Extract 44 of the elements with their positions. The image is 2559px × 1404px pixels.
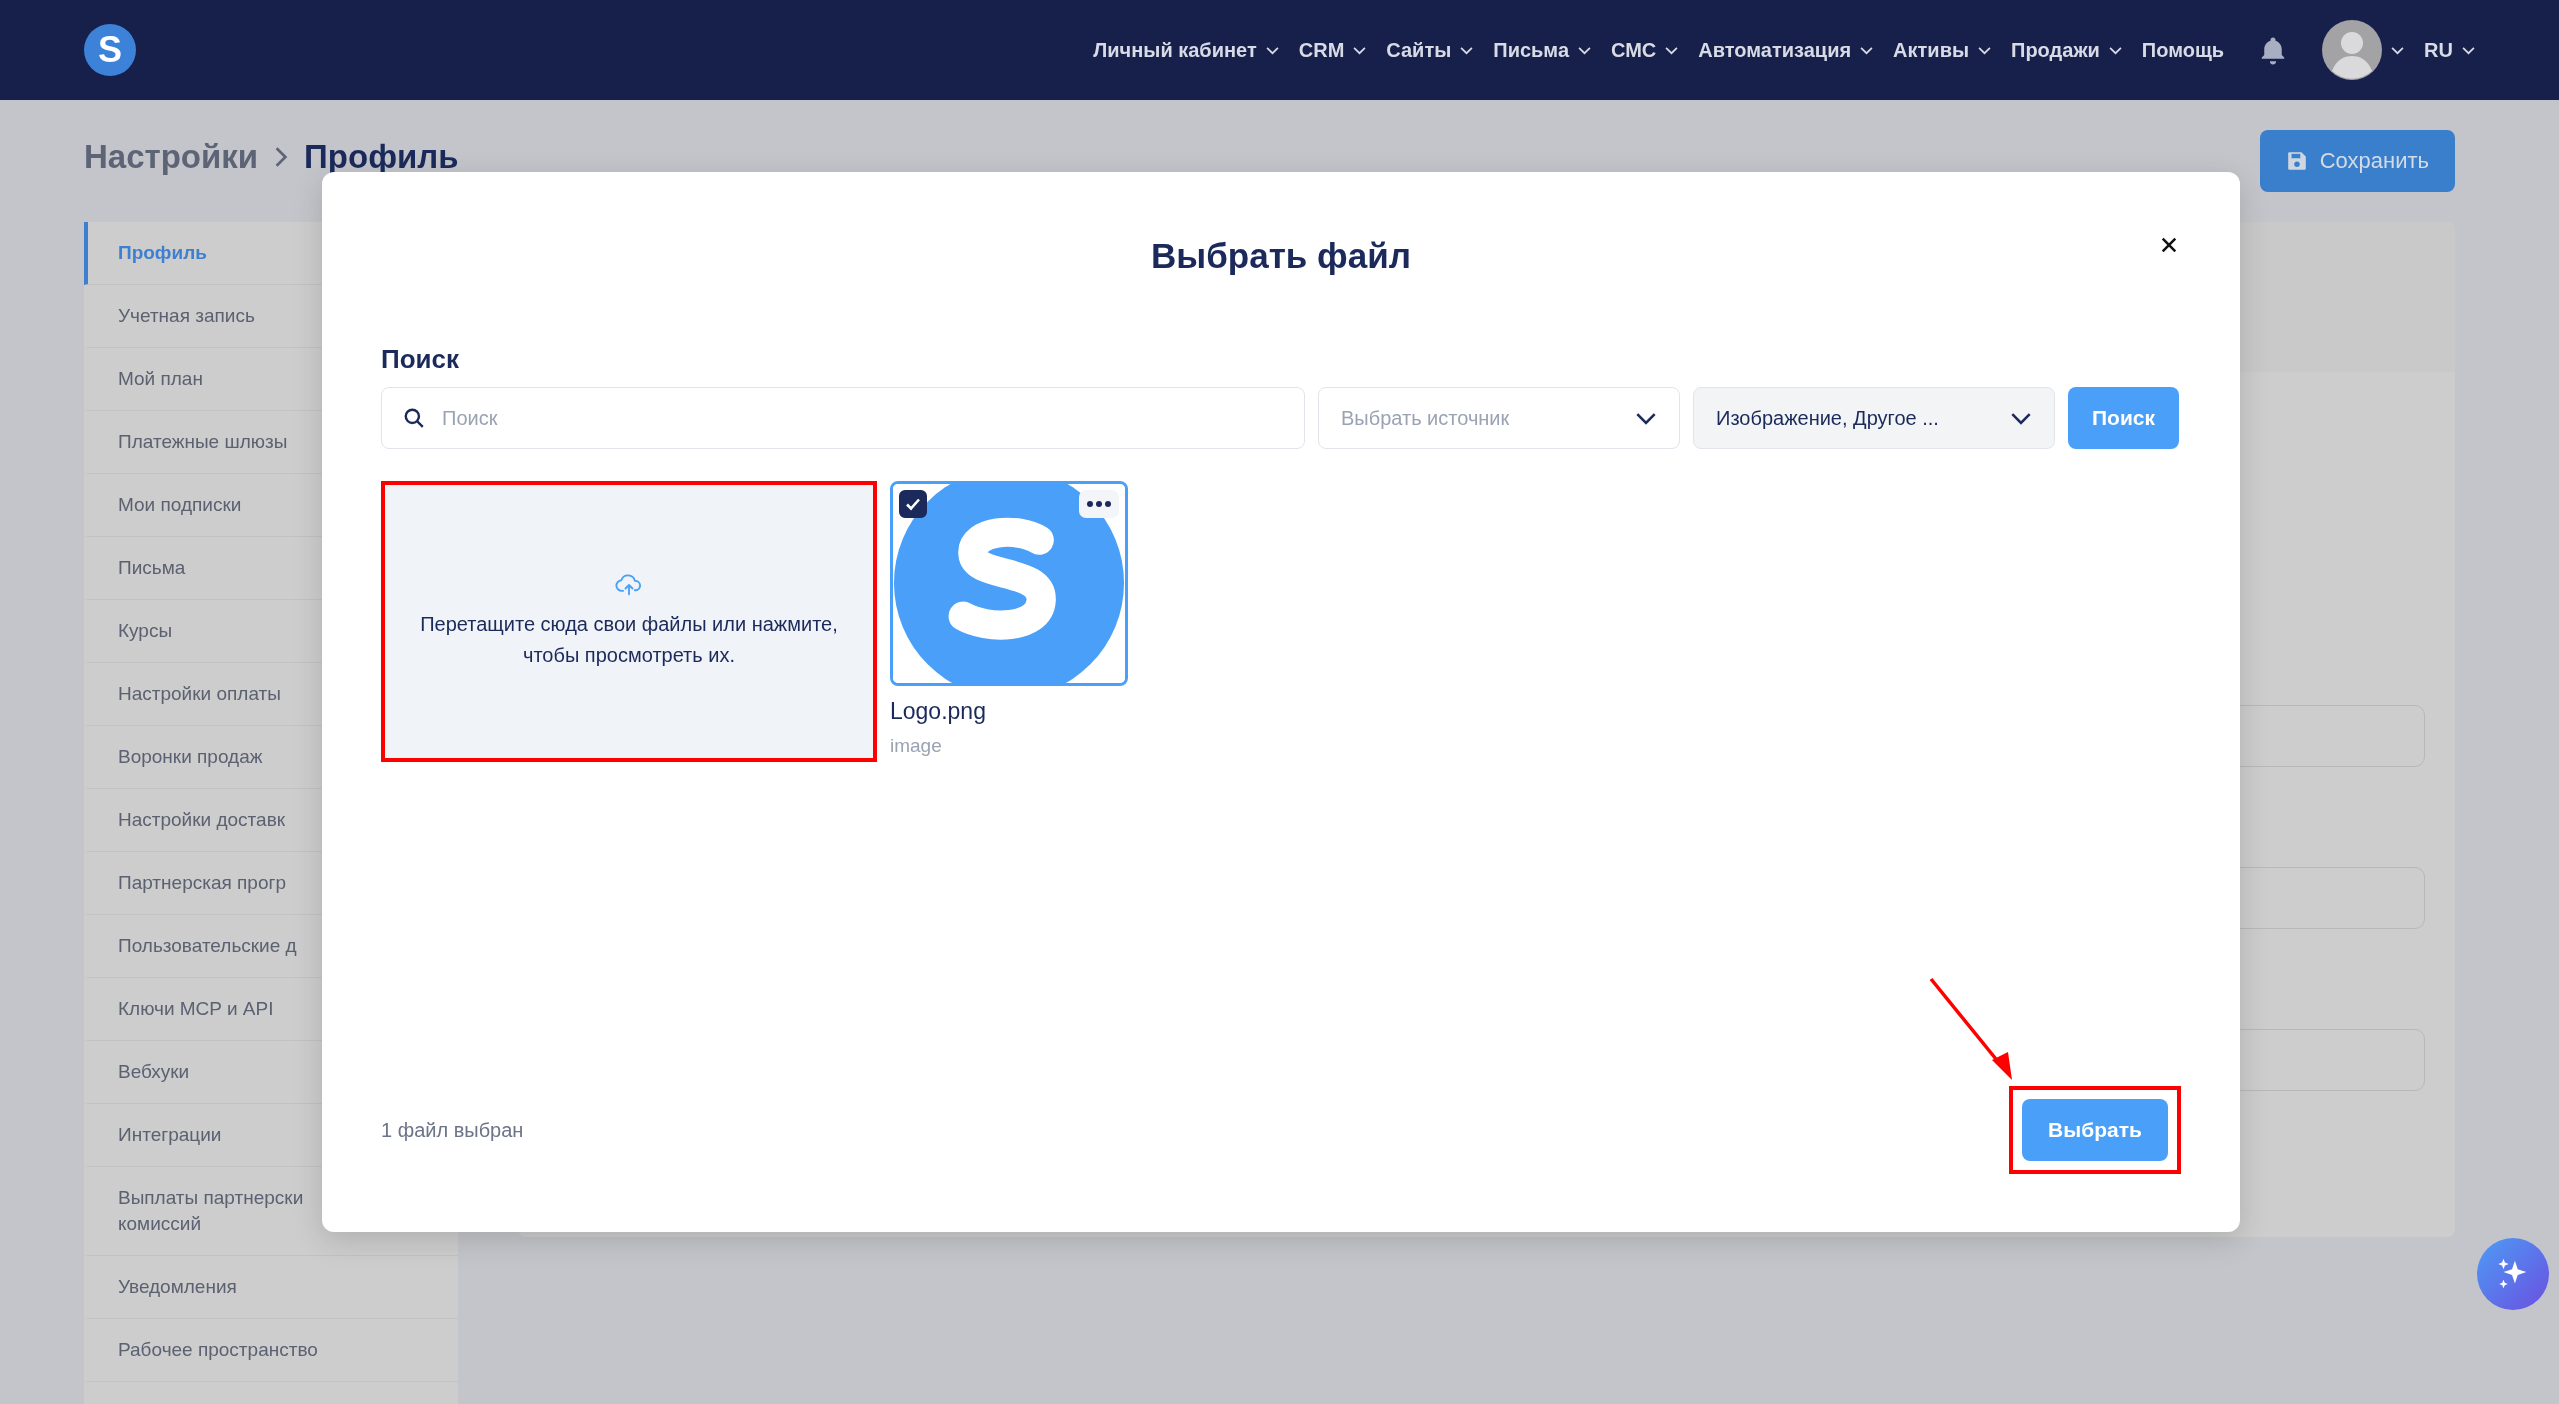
chevron-down-icon	[2462, 45, 2475, 55]
nav-menu-item[interactable]: Продажи	[2011, 38, 2122, 62]
search-field[interactable]: Поиск	[381, 387, 1305, 449]
chevron-right-icon	[274, 146, 289, 168]
file-type-dropdown[interactable]: Изображение, Другое ...	[1693, 387, 2055, 449]
avatar-icon[interactable]	[2322, 20, 2383, 80]
file-name: Logo.png	[890, 698, 987, 725]
upload-dropzone[interactable]: Перетащите сюда свои файлы или нажмите, чтобы просмотреть их.	[385, 485, 873, 758]
nav-menu-item[interactable]: CRM	[1298, 38, 1367, 62]
chevron-down-icon	[1353, 45, 1367, 55]
chevron-down-icon	[1665, 45, 1679, 55]
breadcrumb-link[interactable]: Настройки	[84, 138, 259, 176]
search-icon	[403, 407, 425, 429]
nav-menu-item[interactable]: Сайты	[1386, 38, 1474, 62]
chevron-down-icon	[1635, 411, 1657, 425]
cloud-upload-icon	[615, 572, 643, 597]
select-button[interactable]: Выбрать	[2022, 1099, 2168, 1161]
chevron-down-icon	[1978, 45, 1991, 55]
dialog-title: Выбрать файл	[1151, 236, 1411, 276]
close-icon[interactable]	[2160, 236, 2178, 254]
nav-menu-item[interactable]: СМС	[1611, 38, 1679, 62]
nav-menu-item[interactable]: Автоматизация	[1698, 38, 1874, 62]
chevron-down-icon	[2108, 45, 2122, 55]
language-selector[interactable]: RU	[2424, 38, 2475, 62]
brand-logo[interactable]: S	[84, 24, 136, 76]
chevron-down-icon	[1460, 45, 1474, 55]
chevron-down-icon	[1860, 45, 1874, 55]
nav-menu-item[interactable]: Помощь	[2141, 38, 2225, 62]
more-options-icon[interactable]	[1079, 490, 1119, 518]
breadcrumb-current: Профиль	[304, 138, 459, 176]
save-button[interactable]: Сохранить	[2259, 130, 2455, 192]
nav-menu-item[interactable]: Личный кабинет	[1093, 38, 1279, 62]
chevron-down-icon	[1578, 45, 1592, 55]
nav-menu-item[interactable]: Письма	[1493, 38, 1592, 62]
source-dropdown[interactable]: Выбрать источник	[1318, 387, 1680, 449]
nav-menu-item[interactable]: Активы	[1893, 38, 1991, 62]
chevron-down-icon	[1265, 45, 1279, 55]
chevron-down-icon[interactable]	[2391, 45, 2405, 55]
checkbox[interactable]	[899, 490, 927, 518]
search-button[interactable]: Поиск	[2068, 387, 2180, 449]
chevron-down-icon	[2010, 411, 2032, 425]
sidebar-item[interactable]: Уведомления	[84, 1256, 458, 1319]
file-type: image	[890, 735, 943, 757]
sidebar-item[interactable]: Рабочее пространство	[84, 1319, 458, 1382]
